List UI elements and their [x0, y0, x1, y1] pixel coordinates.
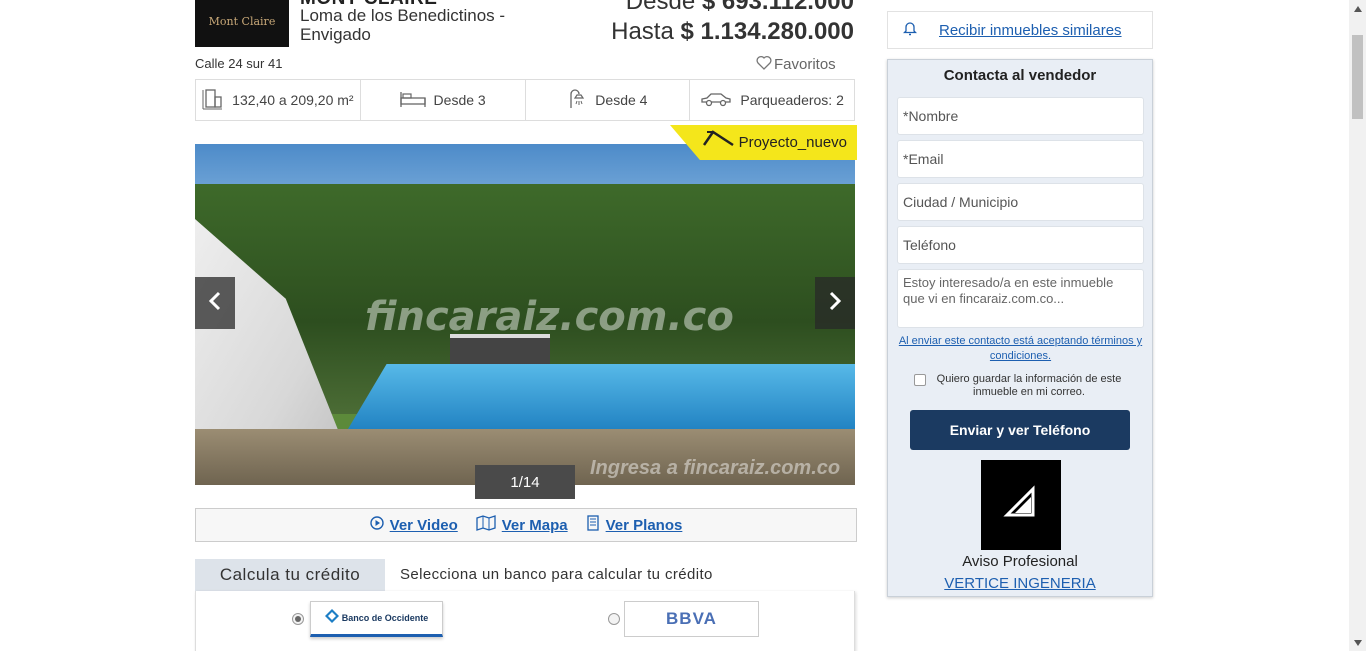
features-bar: 132,40 a 209,20 m² Desde 3 Desde 4 Parqu…: [195, 79, 855, 121]
price-from: Desde $ 693.112.000: [626, 0, 854, 16]
view-map-link[interactable]: Ver Mapa: [476, 515, 568, 535]
gallery-photo-pool: [345, 364, 855, 434]
phone-field[interactable]: [897, 226, 1144, 264]
vertice-logo-icon: [1001, 483, 1041, 528]
message-field[interactable]: [897, 269, 1144, 328]
photo-gallery[interactable]: fincaraiz.com.co Ingresa a fincaraiz.com…: [195, 144, 855, 485]
media-links-bar: Ver Video Ver Mapa Ver Planos: [195, 508, 857, 542]
bank-option-occidente[interactable]: Banco de Occidente: [292, 601, 443, 637]
feature-bathrooms: Desde 4: [526, 80, 691, 120]
project-logo[interactable]: Mont Claire: [195, 0, 289, 47]
page-scrollbar[interactable]: [1349, 0, 1366, 651]
project-location: Loma de los Benedictinos - Envigado: [300, 6, 506, 44]
area-icon: [202, 88, 224, 113]
price-to-label: Hasta: [611, 18, 674, 45]
agent-type-label: Aviso Profesional: [962, 553, 1078, 570]
scroll-up-arrow[interactable]: [1349, 0, 1366, 17]
bank-radio-bbva[interactable]: [608, 613, 620, 625]
view-video-label: Ver Video: [389, 516, 458, 534]
feature-bedrooms-text: Desde 3: [433, 92, 486, 108]
similar-properties-link[interactable]: Recibir inmuebles similares: [939, 22, 1122, 39]
gallery-counter: 1/14: [475, 465, 575, 499]
page: Mont Claire MONT CLAIRE Loma de los Bene…: [0, 0, 1366, 651]
view-plans-link[interactable]: Ver Planos: [586, 515, 683, 535]
price-from-value: $ 693.112.000: [701, 0, 854, 15]
price-from-label: Desde: [625, 0, 696, 15]
bank-logo-bbva[interactable]: BBVA: [624, 601, 759, 637]
chevron-left-icon: [208, 291, 222, 316]
bed-icon: [399, 90, 426, 111]
occidente-logo-icon: [324, 608, 339, 628]
email-field[interactable]: [897, 140, 1144, 178]
feature-area: 132,40 a 209,20 m²: [196, 80, 361, 120]
favorites-label: Favoritos: [774, 56, 836, 73]
roof-icon: [702, 129, 735, 152]
gallery-prev-button[interactable]: [195, 277, 235, 329]
save-info-label: Quiero guardar la información de este in…: [936, 373, 1122, 398]
view-plans-label: Ver Planos: [605, 516, 683, 534]
feature-parking-text: Parqueaderos: 2: [740, 92, 844, 108]
terms-link[interactable]: Al enviar este contacto está aceptando t…: [897, 334, 1144, 364]
play-icon: [369, 516, 384, 534]
bell-icon: [902, 20, 918, 41]
view-video-link[interactable]: Ver Video: [369, 516, 458, 534]
new-project-badge-label: Proyecto_nuevo: [738, 134, 847, 151]
submit-contact-button[interactable]: Enviar y ver Teléfono: [910, 410, 1130, 450]
contact-title: Contacta al vendedor: [943, 67, 1097, 84]
bank-name-occidente: Banco de Occidente: [341, 613, 429, 623]
city-field[interactable]: [897, 183, 1144, 221]
bank-radio-occidente[interactable]: [292, 613, 304, 625]
price-to: Hasta $ 1.134.280.000: [611, 18, 854, 46]
agent-logo[interactable]: [981, 460, 1061, 550]
gallery-next-button[interactable]: [815, 277, 855, 329]
feature-bathrooms-text: Desde 4: [595, 92, 648, 108]
contact-form: Contacta al vendedor Al enviar este cont…: [887, 59, 1153, 597]
favorites-button[interactable]: Favoritos: [756, 55, 836, 74]
scroll-thumb[interactable]: [1352, 35, 1363, 119]
price-to-value: $ 1.134.280.000: [680, 18, 855, 45]
feature-area-text: 132,40 a 209,20 m²: [232, 92, 354, 108]
feature-bedrooms: Desde 3: [361, 80, 526, 120]
credit-calculator-tab[interactable]: Calcula tu crédito: [195, 559, 385, 591]
scroll-down-arrow[interactable]: [1349, 634, 1366, 651]
car-icon: [700, 91, 732, 110]
bank-name-bbva: BBVA: [666, 609, 717, 628]
project-logo-text: Mont Claire: [208, 14, 276, 28]
gallery-watermark: fincaraiz.com.co: [365, 294, 734, 340]
feature-parking: Parqueaderos: 2: [690, 80, 854, 120]
bank-option-bbva[interactable]: BBVA: [608, 601, 759, 637]
gallery-watermark-small: Ingresa a fincaraiz.com.co: [590, 457, 841, 479]
shower-icon: [567, 88, 587, 113]
name-field[interactable]: [897, 97, 1144, 135]
chevron-right-icon: [828, 291, 842, 316]
heart-icon: [756, 55, 772, 74]
address: Calle 24 sur 41: [195, 56, 283, 71]
building-plans-icon: [586, 515, 600, 535]
new-project-badge: Proyecto_nuevo: [670, 125, 857, 160]
similar-properties-alert[interactable]: Recibir inmuebles similares: [887, 11, 1153, 49]
map-icon: [476, 515, 496, 535]
bank-selector: Banco de Occidente BBVA: [195, 591, 855, 651]
agent-name-link[interactable]: VERTICE INGENERIA: [888, 575, 1152, 592]
bank-logo-occidente[interactable]: Banco de Occidente: [310, 601, 443, 637]
credit-instruction: Selecciona un banco para calcular tu cré…: [400, 566, 713, 583]
view-map-label: Ver Mapa: [501, 516, 568, 534]
